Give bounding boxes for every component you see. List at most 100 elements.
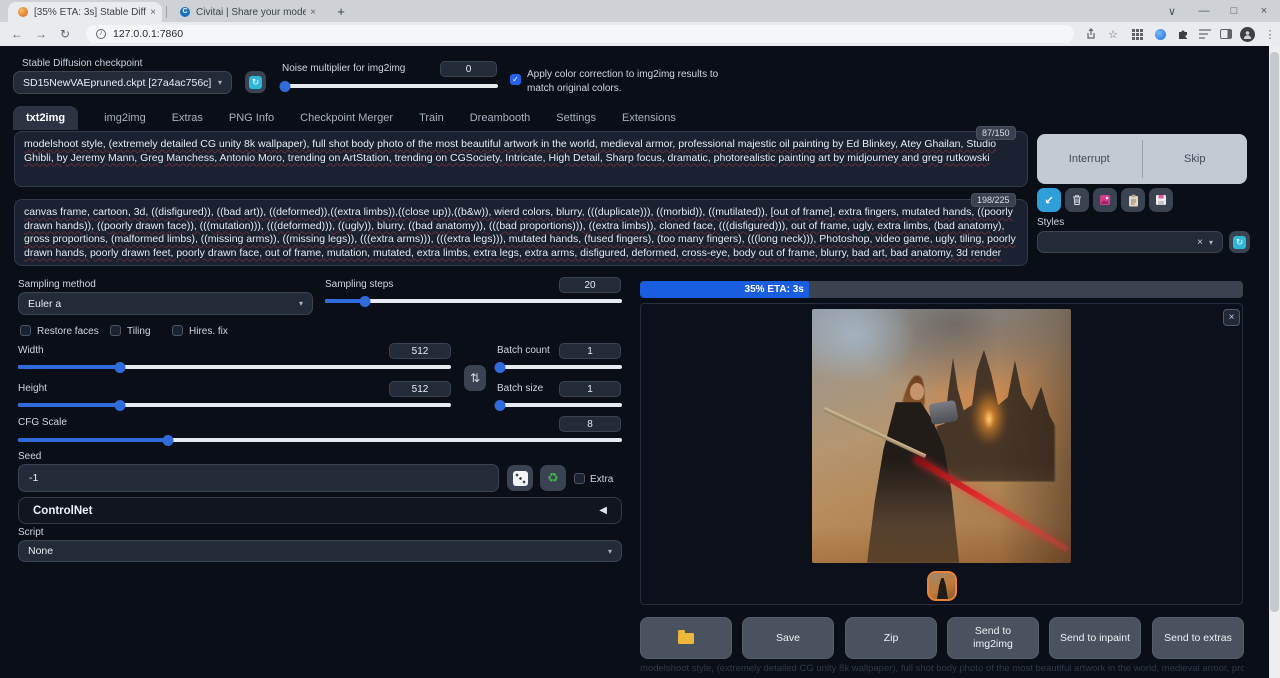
restore-faces-checkbox[interactable] xyxy=(20,325,31,336)
tab-dreambooth[interactable]: Dreambooth xyxy=(470,112,531,130)
puzzle-extension-icon[interactable] xyxy=(1174,25,1192,43)
site-info-icon[interactable]: i xyxy=(96,29,106,39)
slider-track[interactable] xyxy=(18,365,451,369)
close-gallery-button[interactable]: × xyxy=(1223,309,1240,326)
browser-tab-active[interactable]: [35% ETA: 3s] Stable Diffusion × xyxy=(8,2,162,22)
new-tab-button[interactable]: + xyxy=(330,0,352,22)
slider-track[interactable] xyxy=(18,403,451,407)
profile-avatar[interactable] xyxy=(1238,25,1256,43)
controlnet-accordion[interactable]: ControlNet ◀ xyxy=(18,497,622,524)
send-to-extras-button[interactable]: Send to extras xyxy=(1152,617,1244,659)
forward-icon[interactable]: → xyxy=(32,25,50,43)
open-folder-button[interactable] xyxy=(640,617,732,659)
styles-dropdown[interactable]: × ▾ xyxy=(1037,231,1223,253)
script-value: None xyxy=(28,545,53,557)
sampling-method-dropdown[interactable]: Euler a ▾ xyxy=(18,292,313,315)
apply-style-button[interactable] xyxy=(1121,188,1145,212)
back-icon[interactable]: ← xyxy=(8,25,26,43)
slider-handle[interactable] xyxy=(494,400,505,411)
cfg-scale-value[interactable]: 8 xyxy=(559,416,621,432)
tab-png-info[interactable]: PNG Info xyxy=(229,112,274,130)
extra-networks-button[interactable] xyxy=(1093,188,1117,212)
browser-menu-icon[interactable]: ⋮ xyxy=(1261,25,1279,43)
tab-close-icon[interactable]: × xyxy=(310,7,316,18)
slider-track[interactable] xyxy=(497,365,622,369)
tab-settings[interactable]: Settings xyxy=(556,112,596,130)
slider-handle[interactable] xyxy=(280,81,291,92)
chevron-down-icon: ▾ xyxy=(299,299,303,308)
share-icon[interactable] xyxy=(1082,25,1100,43)
slider-handle[interactable] xyxy=(494,362,505,373)
width-slider[interactable] xyxy=(18,361,451,372)
extra-seed-checkbox[interactable] xyxy=(574,473,585,484)
send-to-img2img-button[interactable]: Send to img2img xyxy=(947,617,1039,659)
paste-params-button[interactable]: ↙ xyxy=(1037,188,1061,212)
browser-tab-civitai[interactable]: C Civitai | Share your models × xyxy=(170,2,322,22)
side-panel-icon[interactable] xyxy=(1217,25,1235,43)
prompt-textarea[interactable]: modelshoot style, (extremely detailed CG… xyxy=(14,131,1028,187)
clear-icon[interactable]: × xyxy=(1197,237,1203,248)
tab-txt2img[interactable]: txt2img xyxy=(13,106,78,130)
tab-extras[interactable]: Extras xyxy=(172,112,203,130)
height-value[interactable]: 512 xyxy=(389,381,451,397)
blue-circle-extension-icon[interactable] xyxy=(1151,25,1169,43)
script-dropdown[interactable]: None ▾ xyxy=(18,540,622,562)
batch-size-slider[interactable] xyxy=(497,399,622,410)
slider-track[interactable] xyxy=(281,84,498,88)
reuse-seed-button[interactable]: ♻ xyxy=(540,465,566,491)
slider-handle[interactable] xyxy=(114,362,125,373)
window-chevron-icon[interactable]: ∨ xyxy=(1158,0,1186,22)
negative-prompt-textarea[interactable]: canvas frame, cartoon, 3d, ((disfigured)… xyxy=(14,199,1028,266)
tab-extensions[interactable]: Extensions xyxy=(622,112,676,130)
zip-button[interactable]: Zip xyxy=(845,617,937,659)
width-value[interactable]: 512 xyxy=(389,343,451,359)
batch-count-value[interactable]: 1 xyxy=(559,343,621,359)
tab-img2img[interactable]: img2img xyxy=(104,112,146,130)
color-correction-checkbox[interactable]: ✓ xyxy=(510,74,521,85)
window-restore-icon[interactable]: □ xyxy=(1220,0,1248,22)
window-minimize-icon[interactable]: — xyxy=(1190,0,1218,22)
sampling-steps-slider[interactable] xyxy=(325,295,622,306)
refresh-icon: ↻ xyxy=(249,76,262,89)
interrupt-button[interactable]: Interrupt xyxy=(1037,134,1142,184)
bookmark-star-icon[interactable]: ☆ xyxy=(1104,25,1122,43)
send-to-inpaint-button[interactable]: Send to inpaint xyxy=(1049,617,1141,659)
hires-fix-checkbox[interactable] xyxy=(172,325,183,336)
tiling-checkbox[interactable] xyxy=(110,325,121,336)
noise-multiplier-value[interactable]: 0 xyxy=(440,61,497,77)
slider-handle[interactable] xyxy=(162,435,173,446)
sampling-steps-value[interactable]: 20 xyxy=(559,277,621,293)
save-style-button[interactable] xyxy=(1149,188,1173,212)
scrollbar-thumb[interactable] xyxy=(1270,52,1279,612)
save-button[interactable]: Save xyxy=(742,617,834,659)
tab-checkpoint-merger[interactable]: Checkpoint Merger xyxy=(300,112,393,130)
tab-close-icon[interactable]: × xyxy=(150,7,156,18)
slider-track[interactable] xyxy=(18,438,622,442)
restore-faces-label: Restore faces xyxy=(37,326,99,337)
height-slider[interactable] xyxy=(18,399,451,410)
skip-button[interactable]: Skip xyxy=(1143,134,1248,184)
picture-icon xyxy=(1099,194,1111,206)
batch-count-slider[interactable] xyxy=(497,361,622,372)
slider-handle[interactable] xyxy=(114,400,125,411)
cfg-scale-slider[interactable] xyxy=(18,434,622,445)
address-bar[interactable]: i 127.0.0.1:7860 xyxy=(86,25,1074,43)
slider-track[interactable] xyxy=(497,403,622,407)
slider-handle[interactable] xyxy=(360,296,371,307)
clear-prompt-button[interactable] xyxy=(1065,188,1089,212)
swap-dimensions-button[interactable]: ⇅ xyxy=(464,365,486,391)
generated-image[interactable] xyxy=(812,309,1071,563)
reload-icon[interactable]: ↻ xyxy=(56,25,74,43)
gallery-thumbnail[interactable] xyxy=(927,571,957,601)
random-seed-button[interactable] xyxy=(507,465,533,491)
window-close-icon[interactable]: × xyxy=(1250,0,1278,22)
checkpoint-dropdown[interactable]: SD15NewVAEpruned.ckpt [27a4ac756c] ▾ xyxy=(13,71,232,94)
batch-size-value[interactable]: 1 xyxy=(559,381,621,397)
seed-input[interactable] xyxy=(18,464,499,492)
styles-refresh-button[interactable]: ↻ xyxy=(1229,231,1250,253)
checkpoint-refresh-button[interactable]: ↻ xyxy=(245,71,266,93)
reading-list-icon[interactable] xyxy=(1196,25,1214,43)
extension-grid-icon[interactable] xyxy=(1128,25,1146,43)
noise-multiplier-slider[interactable] xyxy=(281,80,498,91)
tab-train[interactable]: Train xyxy=(419,112,444,130)
